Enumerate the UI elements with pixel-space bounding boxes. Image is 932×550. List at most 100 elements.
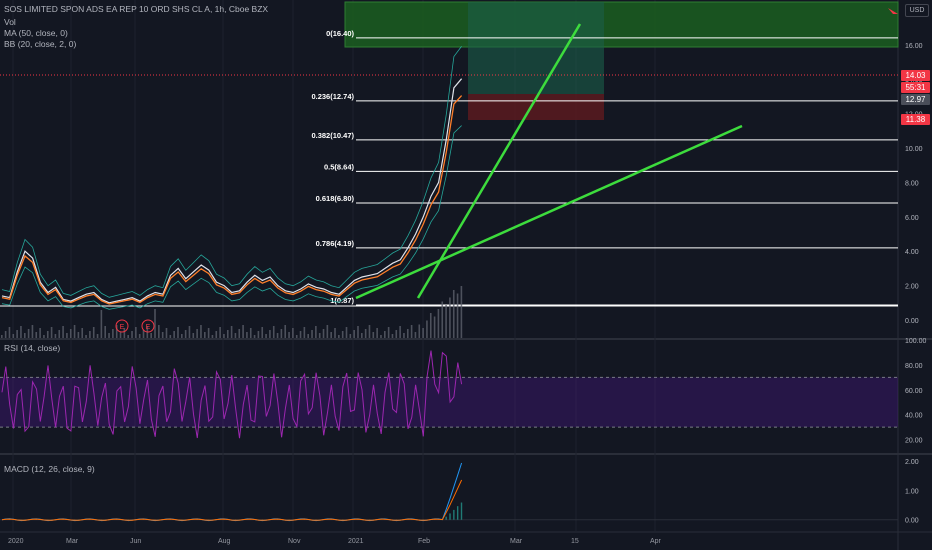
y-tick-label: 0.00	[905, 318, 919, 325]
volume-bar	[135, 327, 137, 338]
countdown-tag: 55:31	[901, 82, 930, 93]
y-tick-label: 4.00	[905, 249, 919, 256]
volume-bar	[406, 329, 409, 338]
bb-legend: BB (20, close, 2, 0)	[4, 39, 77, 49]
volume-bar	[364, 329, 367, 338]
volume-bar	[452, 290, 455, 338]
currency-button[interactable]: USD	[905, 4, 929, 17]
volume-bar	[39, 328, 41, 338]
volume-bar	[322, 329, 325, 338]
macd-histogram-bar	[445, 516, 447, 520]
volume-bar	[395, 330, 398, 338]
volume-bar	[242, 325, 244, 338]
volume-bar	[226, 330, 229, 338]
volume-bar	[384, 331, 386, 338]
volume-bar	[391, 334, 394, 338]
position-profit-zone	[468, 2, 604, 94]
volume-bar	[8, 327, 11, 338]
volume-bar	[12, 334, 15, 338]
x-tick-label: Aug	[218, 538, 231, 545]
volume-bar	[303, 327, 306, 338]
macd-y-tick-label: 2.00	[905, 459, 919, 466]
volume-bar	[158, 325, 160, 338]
fib-level-label: 0.236(12.74)	[311, 92, 354, 101]
volume-bar	[280, 329, 283, 338]
volume-bar	[249, 328, 252, 338]
macd-y-tick-label: 0.00	[905, 518, 919, 525]
volume-bar	[77, 332, 80, 338]
volume-bar	[387, 327, 390, 338]
fib-level-label: 0(16.40)	[326, 29, 354, 38]
volume-bar	[203, 332, 206, 338]
stop-price-tag: 11.38	[901, 114, 930, 125]
macd-histogram-bar	[460, 502, 463, 520]
volume-bar	[376, 328, 378, 338]
x-tick-label: Jun	[130, 538, 141, 545]
volume-bar	[380, 335, 382, 338]
volume-bar	[399, 326, 401, 338]
volume-bar	[215, 331, 218, 338]
y-tick-label: 6.00	[905, 215, 919, 222]
x-tick-label: Mar	[510, 538, 523, 545]
y-tick-label: 8.00	[905, 180, 919, 187]
volume-bar	[66, 333, 68, 338]
volume-bar	[100, 310, 103, 338]
volume-bar	[257, 331, 260, 338]
volume-bar	[54, 334, 57, 338]
volume-bar	[441, 301, 444, 338]
volume-bar	[230, 326, 233, 338]
volume-bar	[426, 320, 428, 338]
x-tick-label: 2020	[8, 538, 24, 545]
volume-bar	[414, 332, 417, 338]
volume-bar	[188, 326, 191, 338]
volume-bar	[223, 334, 225, 338]
volume-bar	[368, 325, 371, 338]
volume-bar	[43, 335, 45, 338]
volume-bar	[211, 335, 214, 338]
volume-bar	[161, 332, 164, 338]
volume-bar	[299, 331, 302, 338]
volume-bar	[119, 332, 122, 338]
volume-bar	[46, 331, 49, 338]
volume-bar	[246, 332, 248, 338]
ma-legend: MA (50, close, 0)	[4, 28, 68, 38]
chart-title: SOS LIMITED SPON ADS EA REP 10 ORD SHS C…	[4, 4, 269, 14]
volume-bar	[31, 325, 34, 338]
fib-level-label: 0.5(8.64)	[324, 162, 355, 171]
x-tick-label: 2021	[348, 538, 364, 545]
volume-bar	[73, 325, 76, 338]
volume-bar	[311, 330, 313, 338]
volume-bar	[422, 328, 424, 338]
ma-price-tag: 12.97	[901, 94, 930, 105]
volume-bar	[403, 333, 405, 338]
rsi-y-tick-label: 40.00	[905, 413, 923, 420]
volume-bar	[85, 335, 87, 338]
volume-bar	[326, 325, 329, 338]
volume-bar	[272, 326, 275, 338]
volume-bar	[269, 330, 271, 338]
volume-bar	[253, 335, 256, 338]
volume-bar	[131, 331, 133, 338]
volume-bar	[349, 334, 352, 338]
volume-bar	[89, 331, 91, 338]
volume-bar	[361, 333, 363, 338]
volume-bar	[154, 309, 156, 338]
earnings-label: E	[120, 324, 125, 331]
fib-level-label: 0.382(10.47)	[311, 131, 354, 140]
x-tick-label: Feb	[418, 538, 430, 545]
volume-bar	[238, 329, 241, 338]
volume-bar	[81, 328, 84, 338]
volume-bar	[315, 326, 317, 338]
volume-bar	[295, 335, 298, 338]
volume-bar	[341, 331, 344, 338]
macd-histogram-bar	[453, 509, 455, 520]
volume-bar	[410, 325, 413, 338]
rsi-y-tick-label: 80.00	[905, 363, 923, 370]
volume-bar	[50, 327, 53, 338]
volume-bar	[181, 334, 183, 338]
last-price-tag: 14.03	[901, 70, 930, 81]
volume-bar	[169, 335, 172, 338]
macd-histogram-bar	[449, 513, 451, 520]
chart-canvas[interactable]: 2020 Mar Jun Aug Nov 2021 Feb Mar 15 Apr 0(16.40) 0…	[0, 0, 932, 550]
volume-bar	[142, 330, 145, 338]
